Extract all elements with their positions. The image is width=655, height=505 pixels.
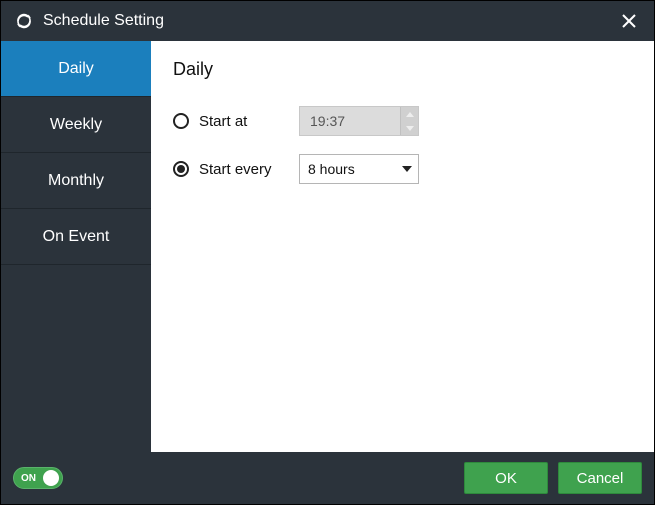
- time-spin-up[interactable]: [400, 107, 418, 121]
- tab-weekly[interactable]: Weekly: [1, 97, 151, 153]
- start-at-radio[interactable]: [173, 113, 189, 129]
- schedule-icon: [15, 12, 33, 30]
- tab-monthly[interactable]: Monthly: [1, 153, 151, 209]
- toggle-knob: [43, 470, 59, 486]
- start-every-value: 8 hours: [300, 161, 396, 177]
- start-at-row: Start at 19:37: [173, 106, 632, 136]
- chevron-down-icon: [396, 166, 418, 172]
- start-at-time-field[interactable]: 19:37: [299, 106, 419, 136]
- tab-daily[interactable]: Daily: [1, 41, 151, 97]
- start-every-select[interactable]: 8 hours: [299, 154, 419, 184]
- cancel-button[interactable]: Cancel: [558, 462, 642, 494]
- footer: ON OK Cancel: [1, 452, 654, 504]
- time-spinner: [400, 107, 418, 135]
- dialog-body: Daily Weekly Monthly On Event Daily Star…: [1, 41, 654, 452]
- toggle-label: ON: [21, 473, 36, 484]
- start-every-radio[interactable]: [173, 161, 189, 177]
- start-every-row: Start every 8 hours: [173, 154, 632, 184]
- enable-toggle[interactable]: ON: [13, 467, 63, 489]
- start-every-label: Start every: [199, 161, 289, 178]
- sidebar: Daily Weekly Monthly On Event: [1, 41, 151, 452]
- main-panel: Daily Start at 19:37: [151, 41, 654, 452]
- titlebar: Schedule Setting: [1, 1, 654, 41]
- start-at-value: 19:37: [300, 107, 400, 135]
- ok-button[interactable]: OK: [464, 462, 548, 494]
- start-at-label: Start at: [199, 113, 289, 130]
- dialog-title: Schedule Setting: [43, 12, 614, 30]
- close-button[interactable]: [614, 6, 644, 36]
- time-spin-down[interactable]: [400, 121, 418, 135]
- schedule-setting-dialog: Schedule Setting Daily Weekly Monthly On…: [0, 0, 655, 505]
- panel-title: Daily: [173, 59, 632, 80]
- tab-on-event[interactable]: On Event: [1, 209, 151, 265]
